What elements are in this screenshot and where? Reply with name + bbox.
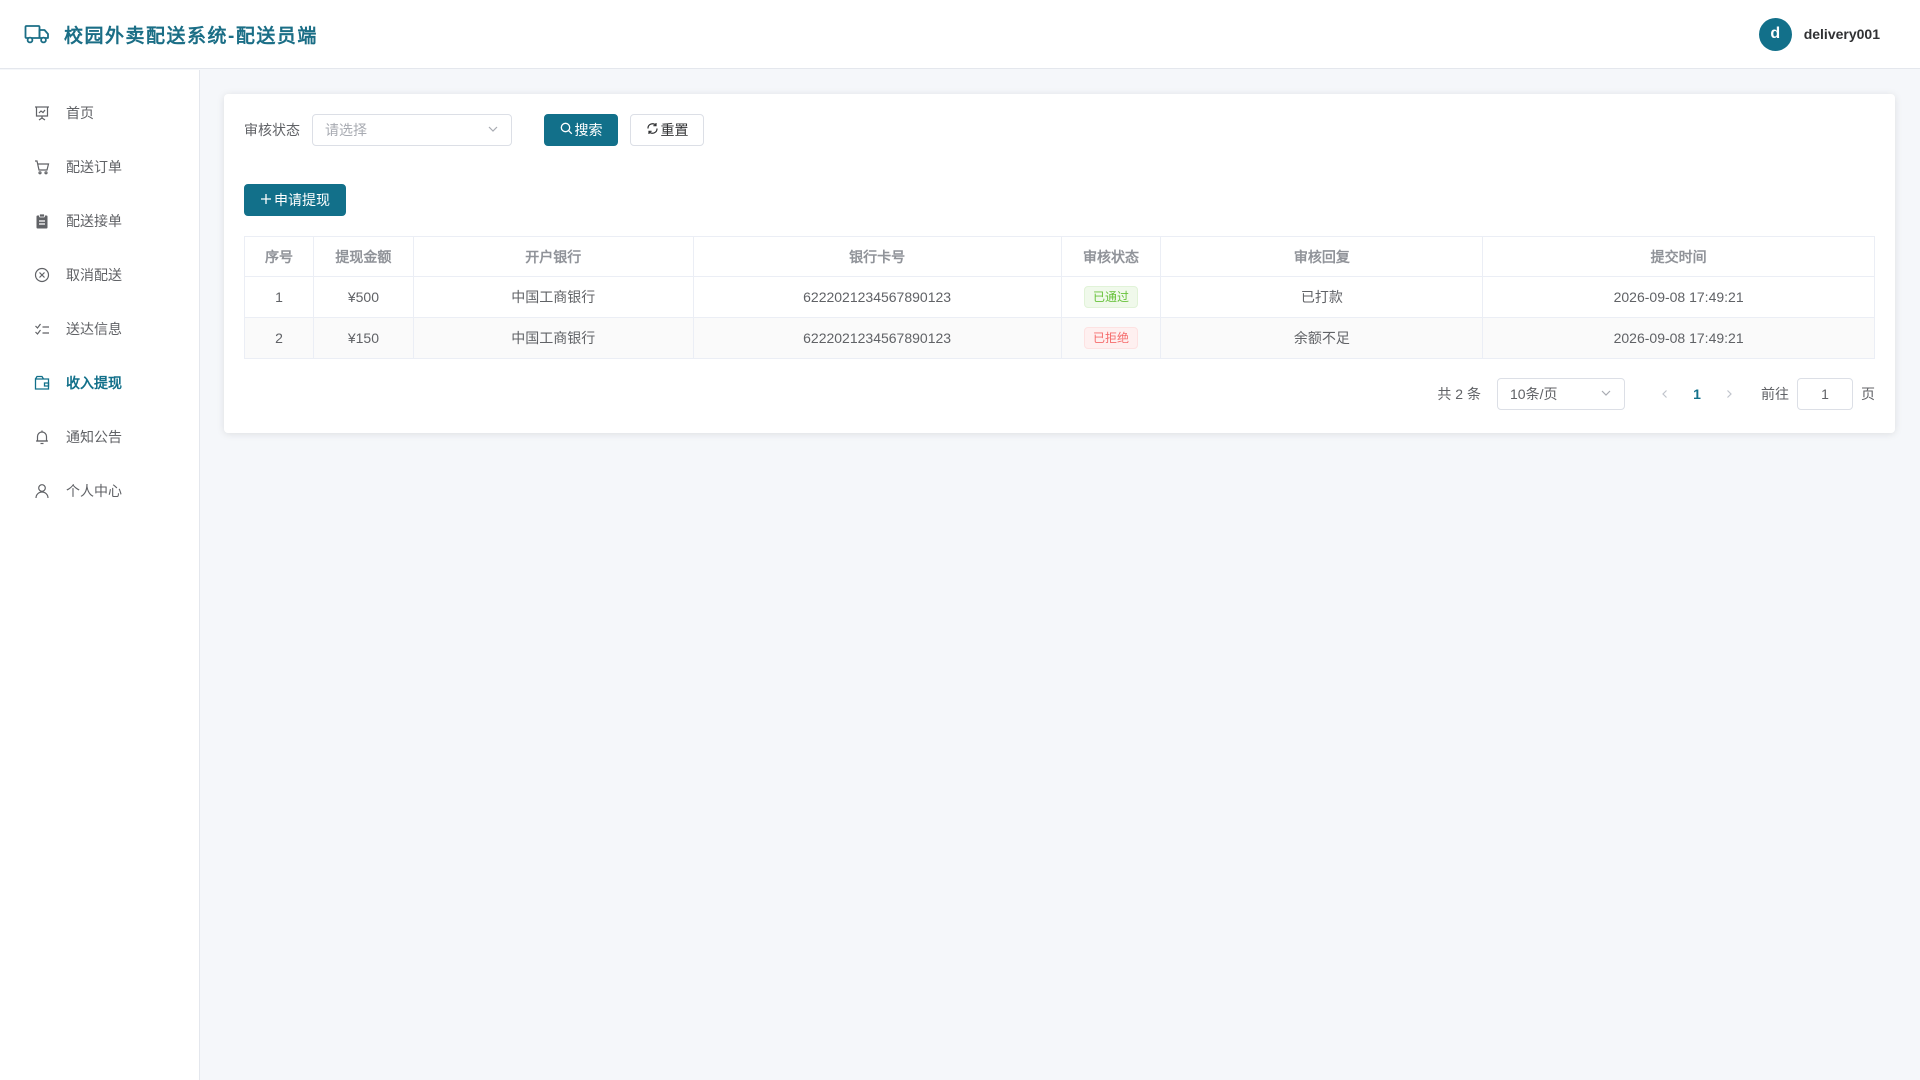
search-button[interactable]: 搜索: [544, 114, 618, 146]
sidebar-item-notices[interactable]: 通知公告: [0, 410, 199, 464]
column-header: 审核状态: [1060, 236, 1162, 277]
brand: 校园外卖配送系统-配送员端: [24, 21, 318, 48]
wallet-icon: [34, 375, 50, 391]
status-select[interactable]: 请选择: [312, 114, 512, 146]
sidebar-item-income-withdraw[interactable]: 收入提现: [0, 356, 199, 410]
column-header: 序号: [244, 236, 314, 277]
chevron-right-icon: [1727, 390, 1732, 398]
search-icon: [560, 122, 573, 138]
refresh-icon: [646, 122, 659, 138]
sidebar-item-label: 配送接单: [66, 213, 122, 229]
reset-button-label: 重置: [660, 122, 689, 138]
row-bank: 中国工商银行: [412, 317, 694, 359]
cart-icon: [34, 159, 50, 175]
row-index: 1: [244, 276, 314, 318]
row-time: 2026-09-08 17:49:21: [1482, 276, 1875, 318]
status-filter-label: 审核状态: [244, 122, 300, 138]
sidebar-item-profile[interactable]: 个人中心: [0, 464, 199, 518]
row-card-number: 6222021234567890123: [692, 317, 1062, 359]
row-status-cell: 已通过: [1060, 276, 1162, 318]
goto-label: 前往: [1761, 386, 1789, 402]
page-unit-label: 页: [1861, 386, 1875, 402]
table-row: 1 ¥500 中国工商银行 6222021234567890123 已通过 已打…: [244, 276, 1875, 318]
chevron-down-icon: [487, 122, 499, 138]
status-select-placeholder: 请选择: [325, 122, 367, 138]
total-count: 共 2 条: [1437, 386, 1481, 402]
avatar[interactable]: d: [1758, 17, 1792, 51]
chevron-left-icon: [1662, 390, 1667, 398]
row-reply: 已打款: [1160, 276, 1484, 318]
sidebar-item-home[interactable]: 首页: [0, 86, 199, 140]
sidebar-item-accept-orders[interactable]: 配送接单: [0, 194, 199, 248]
sidebar-item-cancel-delivery[interactable]: 取消配送: [0, 248, 199, 302]
column-header: 审核回复: [1160, 236, 1484, 277]
row-time: 2026-09-08 17:49:21: [1482, 317, 1875, 359]
row-amount: ¥500: [312, 276, 414, 318]
row-amount: ¥150: [312, 317, 414, 359]
filter-bar: 审核状态 请选择 搜索 重置: [244, 114, 1875, 146]
page-size-select[interactable]: 10条/页: [1497, 378, 1625, 410]
circle-close-icon: [34, 267, 50, 283]
username[interactable]: delivery001: [1804, 26, 1880, 42]
chevron-down-icon: [1600, 386, 1612, 402]
sidebar-item-label: 配送订单: [66, 159, 122, 175]
pagination: 共 2 条 10条/页 1 前往 页: [1437, 378, 1875, 410]
sidebar-item-label: 收入提现: [66, 375, 122, 391]
table-header-row: 序号 提现金额 开户银行 银行卡号 审核状态 审核回复 提交时间: [244, 236, 1875, 277]
sidebar-item-delivered-info[interactable]: 送达信息: [0, 302, 199, 356]
withdraw-table: 序号 提现金额 开户银行 银行卡号 审核状态 审核回复 提交时间 1 ¥500 …: [244, 236, 1875, 359]
truck-icon: [24, 23, 50, 45]
checklist-icon: [34, 321, 50, 337]
sidebar: 首页 配送订单 配送接单 取消配送 送达信息 收入提现 通知公告 个人中心: [0, 70, 200, 1080]
presentation-icon: [34, 105, 50, 121]
sidebar-item-label: 首页: [66, 105, 94, 121]
sidebar-item-label: 个人中心: [66, 483, 122, 499]
user-icon: [34, 483, 50, 499]
page-number[interactable]: 1: [1681, 386, 1713, 402]
row-index: 2: [244, 317, 314, 359]
prev-page-button[interactable]: [1649, 386, 1681, 402]
row-status-cell: 已拒绝: [1060, 317, 1162, 359]
column-header: 提现金额: [312, 236, 414, 277]
column-header: 开户银行: [412, 236, 694, 277]
sidebar-item-label: 送达信息: [66, 321, 122, 337]
next-page-button[interactable]: [1713, 386, 1745, 402]
column-header: 提交时间: [1482, 236, 1875, 277]
row-reply: 余额不足: [1160, 317, 1484, 359]
table-row: 2 ¥150 中国工商银行 6222021234567890123 已拒绝 余额…: [244, 317, 1875, 359]
goto-page-input[interactable]: [1797, 378, 1853, 410]
withdraw-panel: 审核状态 请选择 搜索 重置 申请提现 序号 提现金额 开户银行 银行卡号 审核…: [224, 94, 1895, 433]
apply-withdraw-label: 申请提现: [274, 192, 330, 208]
user-menu[interactable]: d delivery001: [1758, 17, 1880, 51]
status-badge: 已拒绝: [1083, 327, 1138, 349]
sidebar-item-label: 取消配送: [66, 267, 122, 283]
page-size-value: 10条/页: [1510, 386, 1558, 402]
row-card-number: 6222021234567890123: [692, 276, 1062, 318]
clipboard-icon: [34, 213, 50, 229]
sidebar-item-delivery-orders[interactable]: 配送订单: [0, 140, 199, 194]
column-header: 银行卡号: [692, 236, 1062, 277]
bell-icon: [34, 429, 50, 445]
sidebar-item-label: 通知公告: [66, 429, 122, 445]
row-bank: 中国工商银行: [412, 276, 694, 318]
plus-icon: [260, 192, 272, 208]
top-header: 校园外卖配送系统-配送员端 d delivery001: [0, 0, 1920, 69]
apply-withdraw-button[interactable]: 申请提现: [244, 184, 346, 216]
search-button-label: 搜索: [574, 122, 603, 138]
reset-button[interactable]: 重置: [630, 114, 704, 146]
status-badge: 已通过: [1083, 286, 1138, 308]
app-title: 校园外卖配送系统-配送员端: [64, 25, 318, 47]
